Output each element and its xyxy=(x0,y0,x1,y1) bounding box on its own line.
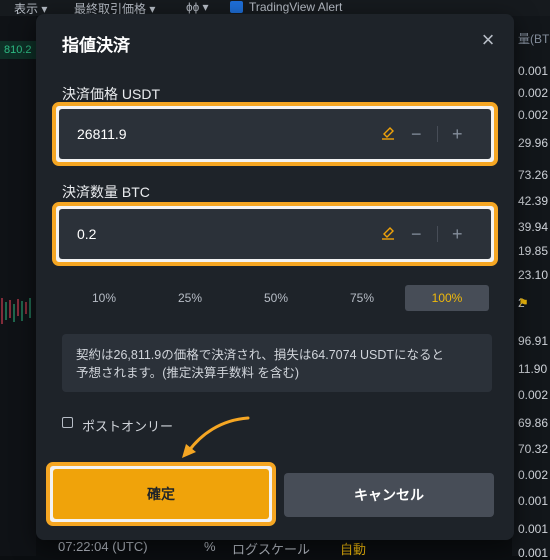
percent-option-10[interactable]: 10% xyxy=(62,285,146,311)
price-value[interactable]: 26811.9 xyxy=(77,109,127,159)
chart-time: 07:22:04 (UTC) xyxy=(58,539,148,554)
stepper-divider xyxy=(437,226,438,242)
orderbook-value: 0.002 xyxy=(518,108,549,122)
orderbook-value: 0.002 xyxy=(518,388,549,402)
dialog-title: 指値決済 xyxy=(62,36,130,55)
stepper-divider xyxy=(437,126,438,142)
chart-price-label: 810.2 xyxy=(0,41,36,59)
flag-icon: ⚑ xyxy=(518,296,529,310)
price-decrement-button[interactable]: − xyxy=(411,109,422,159)
orderbook-value: 29.96 xyxy=(518,136,549,150)
percent-option-100[interactable]: 100% xyxy=(405,285,489,311)
orderbook-value: 23.10 xyxy=(518,268,549,282)
estimate-text-line2: 予想されます。(推定決算手数料 を含む) xyxy=(76,366,300,380)
indicator-menu[interactable]: ɸɸ ▾ xyxy=(186,0,209,14)
post-only-checkbox[interactable] xyxy=(62,417,73,428)
eraser-icon[interactable] xyxy=(381,225,395,241)
chart-left-edge: 810.2 xyxy=(0,16,36,556)
orderbook-value: 42.39 xyxy=(518,194,549,208)
percent-selector: 10% 25% 50% 75% 100% xyxy=(62,285,492,311)
candles-graphic xyxy=(1,298,31,324)
eraser-icon[interactable] xyxy=(381,125,395,141)
quantity-input[interactable]: 0.2 − + xyxy=(59,209,491,259)
price-increment-button[interactable]: + xyxy=(452,109,463,159)
annotation-arrow-icon xyxy=(182,416,250,458)
price-field-highlight: 26811.9 − + xyxy=(52,102,498,166)
percent-option-75[interactable]: 75% xyxy=(320,285,404,311)
quantity-value[interactable]: 0.2 xyxy=(77,209,96,259)
log-scale-button[interactable]: ログスケール xyxy=(232,539,310,558)
chart-bottom-bar: 07:22:04 (UTC) % ログスケール 自動 xyxy=(36,538,512,558)
post-only-label[interactable]: ポストオンリー xyxy=(82,416,173,435)
estimate-info-box: 契約は26,811.9の価格で決済され、損失は64.7074 USDTになると … xyxy=(62,334,492,392)
auto-scale-button[interactable]: 自動 xyxy=(340,539,366,558)
orderbook-value: 39.94 xyxy=(518,220,549,234)
percent-scale-button[interactable]: % xyxy=(204,539,216,554)
orderbook-value: 19.85 xyxy=(518,244,549,258)
price-input[interactable]: 26811.9 − + xyxy=(59,109,491,159)
orderbook-value: 70.32 xyxy=(518,442,549,456)
orderbook-value: 69.86 xyxy=(518,416,549,430)
cancel-button[interactable]: キャンセル xyxy=(284,473,494,517)
limit-close-dialog: 指値決済 × 決済価格 USDT 26811.9 − + 決済数量 BTC 0.… xyxy=(36,14,514,540)
orderbook-value: 0.001 xyxy=(518,522,549,536)
orderbook-value: 0.001 xyxy=(518,546,549,560)
orderbook-value: 0.002 xyxy=(518,86,549,100)
quantity-field-highlight: 0.2 − + xyxy=(52,202,498,266)
confirm-button[interactable]: 確定 xyxy=(53,469,269,519)
tradingview-icon xyxy=(230,1,243,13)
orderbook-value: 11.90 xyxy=(518,362,548,376)
orderbook-value: 73.26 xyxy=(518,168,549,182)
quantity-increment-button[interactable]: + xyxy=(452,209,463,259)
orderbook-value: 96.91 xyxy=(518,334,549,348)
estimate-text-line1: 契約は26,811.9の価格で決済され、損失は64.7074 USDTになると xyxy=(76,348,445,362)
confirm-button-highlight: 確定 xyxy=(46,462,276,526)
percent-option-25[interactable]: 25% xyxy=(148,285,232,311)
quantity-decrement-button[interactable]: − xyxy=(411,209,422,259)
tradingview-alert[interactable]: TradingView Alert xyxy=(230,0,342,14)
percent-option-50[interactable]: 50% xyxy=(234,285,318,311)
orderbook-value: 0.001 xyxy=(518,64,549,78)
orderbook-value: 0.002 xyxy=(518,468,549,482)
price-label: 決済価格 USDT xyxy=(62,86,160,102)
orderbook-value: 0.001 xyxy=(518,494,549,508)
close-icon[interactable]: × xyxy=(478,29,498,51)
orderbook-column: 量(BTC 0.001 0.002 0.002 29.96 73.26 42.39 39.9… xyxy=(512,16,550,560)
quantity-label: 決済数量 BTC xyxy=(62,184,150,200)
orderbook-header: 量(BTC xyxy=(518,32,550,46)
